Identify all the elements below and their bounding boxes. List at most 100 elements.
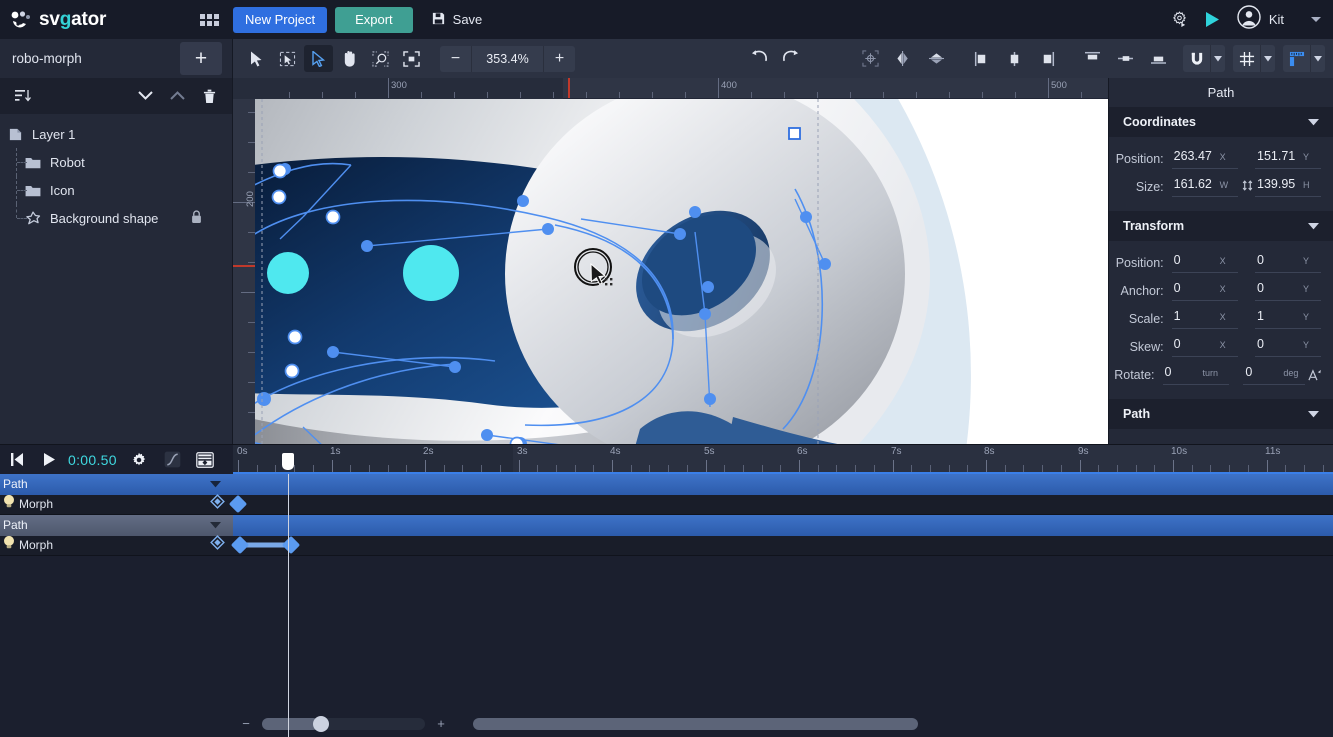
- timeline-zoom-out-button[interactable]: −: [236, 716, 256, 731]
- timeline-group-row[interactable]: Path: [0, 515, 1333, 536]
- transform-position-y-input[interactable]: [1255, 253, 1303, 267]
- zoom-in-button[interactable]: +: [544, 46, 575, 72]
- center-origin-icon[interactable]: [856, 45, 885, 72]
- play-button-icon[interactable]: [33, 445, 66, 474]
- property-row-label-zone[interactable]: Morph: [0, 494, 233, 515]
- rulers-guides-button[interactable]: [1283, 45, 1325, 72]
- gear-icon[interactable]: [123, 445, 156, 474]
- chevron-down-icon[interactable]: [210, 475, 221, 493]
- collapse-all-down-icon[interactable]: [134, 85, 156, 107]
- property-track[interactable]: [230, 536, 1333, 556]
- skip-to-start-icon[interactable]: [0, 445, 33, 474]
- align-left-icon[interactable]: [967, 45, 996, 72]
- keyframe-options-icon[interactable]: [189, 445, 222, 474]
- chevron-down-icon[interactable]: [1308, 115, 1319, 129]
- position-x-input[interactable]: [1171, 149, 1220, 163]
- user-account-chip[interactable]: Kit: [1237, 5, 1284, 34]
- timeline-zoom-in-button[interactable]: +: [431, 716, 451, 731]
- scale-y-field[interactable]: Y: [1255, 309, 1321, 329]
- position-x-field[interactable]: X: [1171, 149, 1238, 169]
- property-row-label-zone[interactable]: Morph: [0, 535, 233, 556]
- align-right-icon[interactable]: [1033, 45, 1062, 72]
- timeline-zoom-slider[interactable]: [262, 715, 425, 732]
- align-center-horizontal-icon[interactable]: [1000, 45, 1029, 72]
- align-bottom-icon[interactable]: [1144, 45, 1173, 72]
- section-header-transform[interactable]: Transform: [1109, 211, 1333, 241]
- rulers-chevron-down-icon[interactable]: [1310, 45, 1325, 72]
- rotate-deg-field[interactable]: deg: [1243, 365, 1306, 385]
- position-y-field[interactable]: Y: [1255, 149, 1321, 169]
- hand-pan-tool[interactable]: [335, 45, 364, 72]
- anchor-y-field[interactable]: Y: [1255, 281, 1321, 301]
- transform-position-x-input[interactable]: [1171, 253, 1220, 267]
- easing-curve-icon[interactable]: [156, 445, 189, 474]
- layer-row-icon[interactable]: Icon: [0, 176, 232, 204]
- account-chevron-down-icon[interactable]: [1311, 17, 1321, 22]
- timeline-property-row[interactable]: Morph: [0, 535, 1333, 556]
- scale-x-input[interactable]: [1171, 309, 1220, 323]
- scale-x-field[interactable]: X: [1171, 309, 1238, 329]
- align-top-icon[interactable]: [1078, 45, 1107, 72]
- timeline-horizontal-scrollbar[interactable]: [473, 717, 918, 730]
- anchor-y-input[interactable]: [1255, 281, 1303, 295]
- fit-to-screen-tool[interactable]: [397, 45, 426, 72]
- sort-layers-icon[interactable]: [12, 85, 34, 107]
- property-track[interactable]: [228, 495, 1333, 515]
- svgator-logo[interactable]: svgator: [0, 9, 200, 31]
- flip-horizontal-icon[interactable]: [889, 45, 918, 72]
- canvas-ruler-horizontal[interactable]: 300 400 500: [233, 78, 1108, 99]
- skew-x-field[interactable]: X: [1171, 337, 1238, 357]
- size-h-input[interactable]: [1255, 177, 1303, 191]
- layer-row-layer-1[interactable]: Layer 1: [0, 120, 232, 148]
- artboard[interactable]: [255, 99, 1108, 444]
- size-w-input[interactable]: [1171, 177, 1220, 191]
- size-w-field[interactable]: W: [1171, 177, 1238, 197]
- lock-icon[interactable]: [191, 209, 202, 227]
- apps-grid-icon[interactable]: [200, 13, 219, 26]
- playhead-handle[interactable]: [282, 453, 294, 470]
- redo-arrow-icon[interactable]: [782, 49, 800, 69]
- canvas-viewport[interactable]: 300 400 500 200: [233, 78, 1108, 444]
- chevron-down-icon[interactable]: [1308, 407, 1319, 421]
- zoom-region-tool[interactable]: [366, 45, 395, 72]
- position-y-input[interactable]: [1255, 149, 1303, 163]
- export-settings-icon[interactable]: [1171, 11, 1188, 28]
- group-row-label-zone[interactable]: Path: [0, 474, 233, 495]
- anchor-x-input[interactable]: [1171, 281, 1220, 295]
- link-ratio-icon[interactable]: [1240, 179, 1255, 195]
- export-button[interactable]: Export: [335, 6, 413, 33]
- bulb-icon[interactable]: [2, 494, 16, 515]
- scale-y-input[interactable]: [1255, 309, 1303, 323]
- section-header-coordinates[interactable]: Coordinates: [1109, 107, 1333, 137]
- flip-vertical-icon[interactable]: [922, 45, 951, 72]
- delete-layer-icon[interactable]: [198, 85, 220, 107]
- current-time-label[interactable]: 0:00.50: [68, 452, 117, 468]
- layer-row-background-shape[interactable]: Background shape: [0, 204, 232, 232]
- align-center-vertical-icon[interactable]: [1111, 45, 1140, 72]
- chevron-down-icon[interactable]: [210, 516, 221, 534]
- save-button[interactable]: Save: [431, 11, 482, 29]
- canvas-ruler-vertical[interactable]: 200: [233, 99, 256, 444]
- add-keyframe-icon[interactable]: [210, 494, 225, 514]
- group-row-label-zone[interactable]: Path: [0, 515, 233, 536]
- group-track[interactable]: [233, 474, 1333, 495]
- section-header-path[interactable]: Path: [1109, 399, 1333, 429]
- transform-tool[interactable]: [273, 45, 302, 72]
- grid-chevron-down-icon[interactable]: [1260, 45, 1275, 72]
- size-h-field[interactable]: H: [1255, 177, 1321, 197]
- preview-play-icon[interactable]: [1205, 11, 1220, 28]
- snap-magnet-button[interactable]: [1183, 45, 1225, 72]
- zoom-out-button[interactable]: −: [440, 46, 471, 72]
- grid-toggle-button[interactable]: [1233, 45, 1275, 72]
- bulb-icon[interactable]: [2, 535, 16, 556]
- transform-position-x-field[interactable]: X: [1171, 253, 1238, 273]
- collapse-all-up-icon[interactable]: [166, 85, 188, 107]
- snap-chevron-down-icon[interactable]: [1210, 45, 1225, 72]
- group-track[interactable]: [233, 515, 1333, 536]
- undo-arrow-icon[interactable]: [750, 49, 768, 69]
- chevron-down-icon[interactable]: [1308, 219, 1319, 233]
- add-keyframe-icon[interactable]: [210, 535, 225, 555]
- timeline-property-row[interactable]: Morph: [0, 494, 1333, 515]
- skew-y-input[interactable]: [1255, 337, 1303, 351]
- anchor-x-field[interactable]: X: [1171, 281, 1238, 301]
